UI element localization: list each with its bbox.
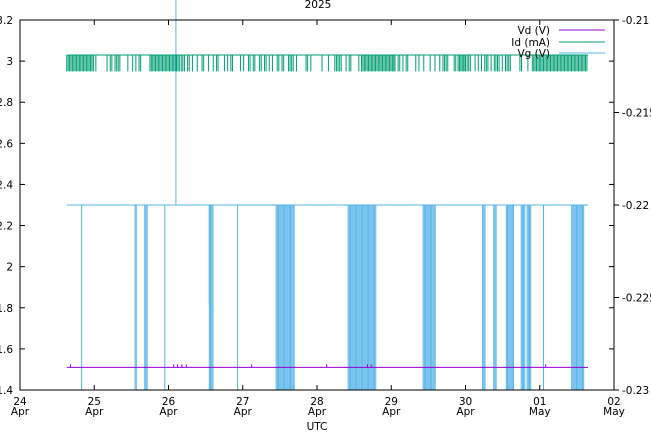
left-tick-label: 2.6 bbox=[0, 138, 13, 150]
x-tick-month: Apr bbox=[85, 406, 104, 418]
series-id bbox=[66, 54, 589, 72]
left-tick-label: 2.2 bbox=[0, 221, 13, 233]
series-layer bbox=[66, 0, 589, 390]
x-tick-month: Apr bbox=[456, 406, 475, 418]
left-tick-label: 1.6 bbox=[0, 344, 13, 356]
left-tick-label: 1.8 bbox=[0, 303, 13, 315]
x-axis-label: UTC bbox=[307, 421, 328, 432]
chart: 2025 1.41.61.822.22.42.62.833.2 -0.23-0.… bbox=[0, 0, 651, 432]
left-tick-label: 2.4 bbox=[0, 179, 13, 191]
chart-title: 2025 bbox=[305, 0, 332, 11]
right-tick-label: -0.21 bbox=[622, 15, 649, 27]
left-tick-label: 3 bbox=[6, 56, 13, 68]
x-tick-month: Apr bbox=[234, 406, 253, 418]
x-tick-month: Apr bbox=[11, 406, 30, 418]
legend-label: Vg (V) bbox=[517, 48, 550, 60]
x-tick-month: May bbox=[529, 406, 551, 418]
right-tick-label: -0.23 bbox=[622, 385, 649, 397]
left-tick-label: 3.2 bbox=[0, 15, 13, 27]
x-tick-month: Apr bbox=[159, 406, 178, 418]
x-tick-month: Apr bbox=[308, 406, 327, 418]
left-tick-label: 1.4 bbox=[0, 385, 13, 397]
x-tick-month: Apr bbox=[382, 406, 401, 418]
x-axis: 24Apr25Apr26Apr27Apr28Apr29Apr30Apr01May… bbox=[11, 20, 625, 418]
right-y-axis: -0.23 -0.225 -0.22 -0.215 -0.21 bbox=[614, 15, 651, 397]
right-tick-label: -0.22 bbox=[622, 200, 649, 212]
right-tick-label: -0.225 bbox=[622, 293, 651, 305]
x-tick-month: May bbox=[603, 406, 625, 418]
legend-label: Vd (V) bbox=[517, 25, 550, 37]
left-tick-label: 2 bbox=[6, 262, 13, 274]
right-tick-label: -0.215 bbox=[622, 108, 651, 120]
left-tick-label: 2.8 bbox=[0, 97, 13, 109]
